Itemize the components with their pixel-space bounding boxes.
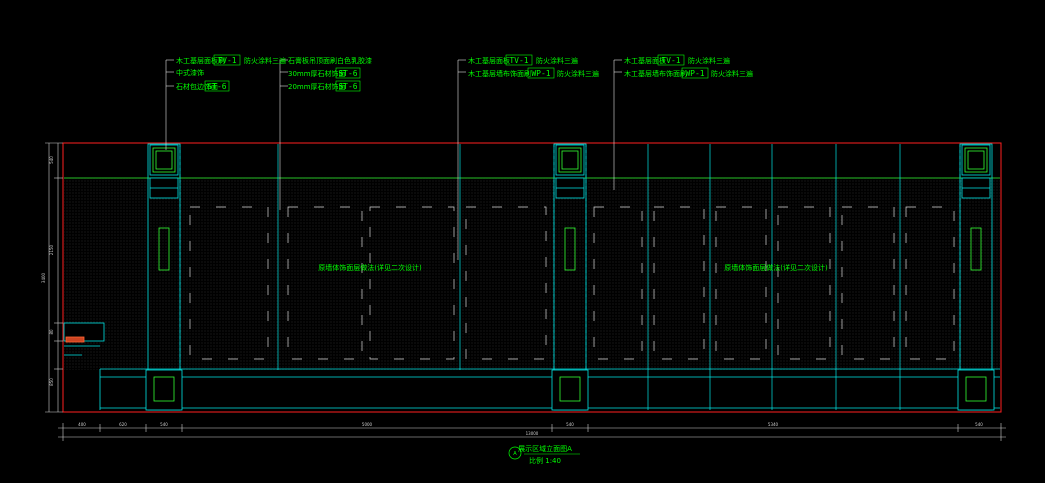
- elevation-drawing: 原墙体饰面层做法(详见二次设计) 原墙体饰面层做法(详见二次设计) 木工基层面板…: [41, 54, 1006, 465]
- annotation-text: 防火涂料三遍: [557, 69, 599, 78]
- horizontal-dimension: 540: [566, 422, 574, 427]
- material-tag: TV-1: [509, 56, 528, 65]
- panel-note-left: 原墙体饰面层做法(详见二次设计): [318, 263, 422, 272]
- horizontal-dimension: 540: [160, 422, 168, 427]
- annotation-text: 中式漆饰: [176, 68, 204, 77]
- annotation-text: 防火涂料三遍: [536, 56, 578, 65]
- vertical-dimension: 2150: [49, 244, 54, 255]
- annotation-text: 防火涂料三遍: [244, 56, 286, 65]
- material-tag: TV-1: [217, 56, 236, 65]
- upper-band: [64, 144, 1000, 178]
- annotation-text: 石膏板吊顶面刷白色乳胶漆: [288, 56, 372, 65]
- material-tag: WP-1: [685, 69, 704, 78]
- annotation-group-3: 木工基层面板 TV-1 防火涂料三遍 木工基层墙布饰面刷 WP-1 防火涂料三遍: [468, 54, 599, 79]
- horizontal-dimension: 540: [975, 422, 983, 427]
- annotation-group-1: 木工基层面板刷 TV-1 防火涂料三遍 中式漆饰 石材包边饰面 ST-6: [176, 54, 286, 92]
- horizontal-dimension: 620: [119, 422, 127, 427]
- vertical-dimension: 850: [49, 378, 54, 386]
- drawing-scale: 比例 1:40: [529, 456, 561, 465]
- annotation-text: 30mm厚石材饰面: [288, 69, 346, 78]
- horizontal-dimension: 5340: [768, 422, 779, 427]
- vertical-dimension-total: 3400: [41, 272, 46, 283]
- title-block: A 展示区域立面图A 比例 1:40: [508, 444, 580, 465]
- material-tag: ST-6: [338, 82, 357, 91]
- material-tag: WP-1: [531, 69, 550, 78]
- section-marker: A: [513, 451, 517, 457]
- annotation-text: 木工基层面板: [624, 56, 666, 65]
- wall-field: [64, 178, 1000, 370]
- vertical-dimension-lines: [45, 142, 63, 413]
- annotation-group-2: 石膏板吊顶面刷白色乳胶漆 30mm厚石材饰面 ST-6 20mm厚石材饰面 ST…: [288, 56, 372, 92]
- material-tag: ST-6: [207, 82, 226, 91]
- drawing-title: 展示区域立面图A: [518, 444, 572, 453]
- annotation-text: 木工基层面板: [468, 56, 510, 65]
- annotation-text: 20mm厚石材饰面: [288, 82, 346, 91]
- material-tag: TV-1: [661, 56, 680, 65]
- annotation-text: 防火涂料三遍: [688, 56, 730, 65]
- annotation-text: 木工基层墙布饰面刷: [624, 69, 687, 78]
- horizontal-dimension: 400: [78, 422, 86, 427]
- material-tag: ST-6: [338, 69, 357, 78]
- annotation-text: 木工基层墙布饰面刷: [468, 69, 531, 78]
- annotation-group-4: 木工基层面板 TV-1 防火涂料三遍 木工基层墙布饰面刷 WP-1 防火涂料三遍: [624, 54, 753, 79]
- horizontal-dimension: 5000: [362, 422, 373, 427]
- overall-dimension: 13000: [526, 431, 539, 436]
- vertical-dimension: 540: [49, 156, 54, 164]
- annotation-text: 防火涂料三遍: [711, 69, 753, 78]
- panel-note-right: 原墙体饰面层做法(详见二次设计): [724, 263, 828, 272]
- vertical-dimension: 80: [49, 329, 54, 335]
